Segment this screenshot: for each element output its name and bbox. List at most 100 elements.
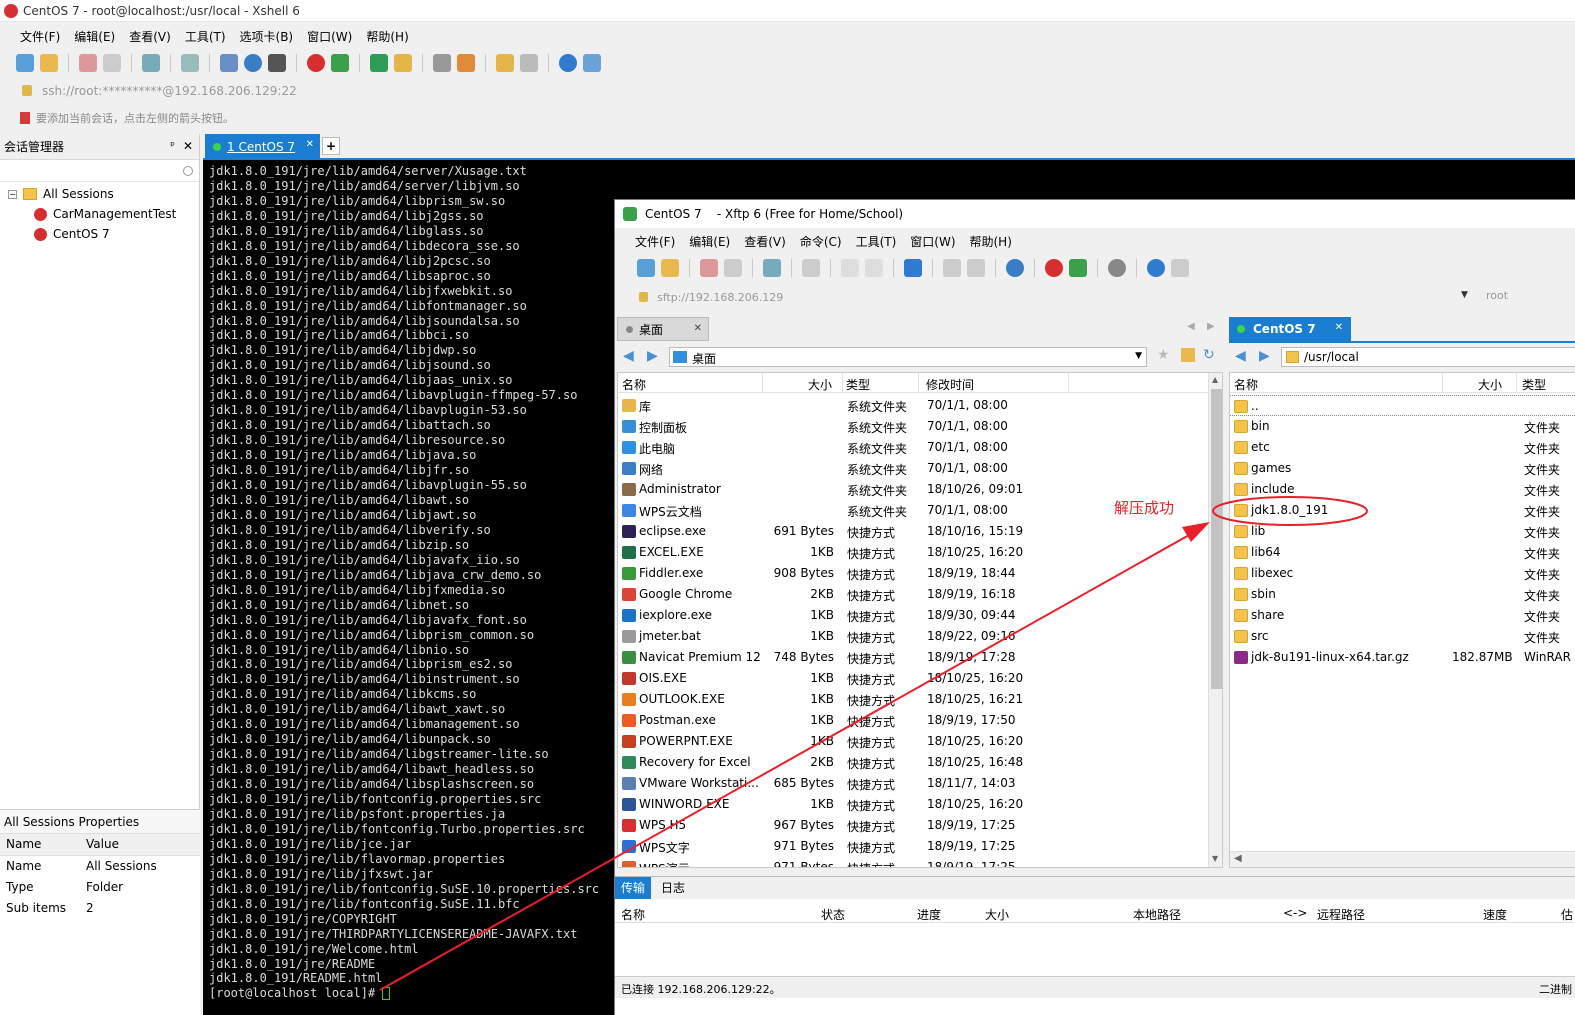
home-icon[interactable] — [1181, 348, 1195, 362]
menu-item[interactable]: 文件(F) — [635, 233, 675, 250]
local-file-row[interactable]: Google Chrome 2KB 快捷方式 18/9/19, 16:18 — [618, 584, 1208, 605]
highlight-icon[interactable] — [457, 54, 475, 72]
tab-transfer[interactable]: 传输 — [615, 877, 651, 899]
transfer-column-header[interactable]: 大小 — [985, 906, 1009, 923]
session-tree-item[interactable]: CarManagementTest — [0, 204, 199, 224]
refresh-icon[interactable]: ↻ — [1203, 347, 1215, 363]
remote-file-row[interactable]: bin 文件夹 — [1230, 416, 1575, 437]
chevron-down-icon[interactable]: ▼ — [1135, 351, 1142, 361]
transfer-column-header[interactable]: 远程路径 — [1317, 906, 1365, 923]
remote-file-row[interactable]: include 文件夹 — [1230, 479, 1575, 500]
column-header[interactable]: 大小 — [808, 376, 832, 393]
xftp-address-bar[interactable]: sftp://192.168.206.129 ▼ — [635, 286, 1475, 308]
transfer-column-header[interactable]: 进度 — [917, 906, 941, 923]
menu-item[interactable]: 编辑(E) — [74, 26, 115, 47]
bookmark-icon[interactable] — [20, 112, 30, 124]
layout-icon[interactable] — [943, 259, 961, 277]
local-file-row[interactable]: WINWORD.EXE 1KB 快捷方式 18/10/25, 16:20 — [618, 794, 1208, 815]
local-file-row[interactable]: VMware Workstati... 685 Bytes 快捷方式 18/11/7,… — [618, 773, 1208, 794]
forward-icon[interactable]: ▶ — [647, 348, 658, 364]
remote-path-bar[interactable]: ◀ ▶ /usr/local — [1229, 346, 1575, 368]
find-icon[interactable] — [181, 54, 199, 72]
menu-item[interactable]: 文件(F) — [20, 26, 60, 47]
xshell-titlebar[interactable]: CentOS 7 - root@localhost:/usr/local - X… — [0, 0, 1575, 22]
session-tree-item[interactable]: − All Sessions — [0, 184, 199, 204]
local-file-row[interactable]: Administrator 系统文件夹 18/10/26, 09:01 — [618, 479, 1208, 500]
remote-file-row[interactable]: games 文件夹 — [1230, 458, 1575, 479]
remote-file-row[interactable]: share 文件夹 — [1230, 605, 1575, 626]
properties-icon[interactable] — [763, 259, 781, 277]
remote-file-row[interactable]: jdk1.8.0_191 文件夹 — [1230, 500, 1575, 521]
transfer-column-header[interactable]: 名称 — [621, 906, 645, 923]
add-tab-icon[interactable] — [496, 54, 514, 72]
globe-icon[interactable] — [1006, 259, 1024, 277]
chat-icon[interactable] — [1171, 259, 1189, 277]
menu-item[interactable]: 编辑(E) — [689, 233, 730, 250]
pin-icon[interactable]: ᵖ — [170, 139, 175, 152]
menu-item[interactable]: 帮助(H) — [366, 26, 408, 47]
scroll-thumb[interactable] — [1211, 389, 1222, 689]
disconnect-icon[interactable] — [103, 54, 121, 72]
local-path-bar[interactable]: ◀ ▶ 桌面 ▼ ★ ↻ — [617, 346, 1221, 368]
tile-icon[interactable] — [520, 54, 538, 72]
local-path-input[interactable]: 桌面 ▼ — [669, 347, 1147, 367]
chevron-left-icon[interactable]: ◀ — [1187, 321, 1195, 332]
chat-icon[interactable] — [583, 54, 601, 72]
menu-item[interactable]: 工具(T) — [856, 233, 897, 250]
xshell-address-bar[interactable]: ssh://root:**********@192.168.206.129:22 — [0, 79, 1575, 103]
expand-toggle-icon[interactable]: − — [8, 189, 17, 199]
new-session-icon[interactable] — [637, 259, 655, 277]
remote-path-input[interactable]: /usr/local — [1281, 347, 1575, 367]
local-file-row[interactable]: POWERPNT.EXE 1KB 快捷方式 18/10/25, 16:20 — [618, 731, 1208, 752]
column-header[interactable]: 名称 — [622, 376, 646, 393]
lock-icon[interactable] — [394, 54, 412, 72]
local-file-row[interactable]: 库 系统文件夹 70/1/1, 08:00 — [618, 395, 1208, 416]
fullscreen-icon[interactable] — [370, 54, 388, 72]
font-icon[interactable] — [268, 54, 286, 72]
transfer-column-header[interactable]: 速度 — [1483, 906, 1507, 923]
chevron-right-icon[interactable]: ▶ — [1207, 321, 1215, 332]
tab-log[interactable]: 日志 — [655, 877, 691, 899]
menu-item[interactable]: 窗口(W) — [307, 26, 352, 47]
paste-icon[interactable] — [865, 259, 883, 277]
screen-icon[interactable] — [802, 259, 820, 277]
local-file-row[interactable]: WPS云文档 系统文件夹 70/1/1, 08:00 — [618, 500, 1208, 521]
local-file-row[interactable]: Recovery for Excel 2KB 快捷方式 18/10/25, 16:48 — [618, 752, 1208, 773]
session-tree-item[interactable]: CentOS 7 — [0, 224, 199, 244]
local-file-row[interactable]: EXCEL.EXE 1KB 快捷方式 18/10/25, 16:20 — [618, 542, 1208, 563]
column-header[interactable]: 类型 — [1522, 376, 1546, 393]
column-header[interactable]: 类型 — [846, 376, 870, 393]
local-file-row[interactable]: OIS.EXE 1KB 快捷方式 18/10/25, 16:20 — [618, 668, 1208, 689]
remote-file-row[interactable]: jdk-8u191-linux-x64.tar.gz 182.87MB WinRAR — [1230, 647, 1575, 668]
remote-file-row[interactable]: lib64 文件夹 — [1230, 542, 1575, 563]
scroll-down-icon[interactable]: ▼ — [1212, 854, 1218, 863]
local-file-row[interactable]: 控制面板 系统文件夹 70/1/1, 08:00 — [618, 416, 1208, 437]
help-icon[interactable] — [559, 54, 577, 72]
help-icon[interactable] — [1147, 259, 1165, 277]
menu-item[interactable]: 命令(C) — [800, 233, 842, 250]
back-icon[interactable]: ◀ — [623, 348, 634, 364]
menu-item[interactable]: 选项卡(B) — [240, 26, 294, 47]
remote-file-row[interactable]: libexec 文件夹 — [1230, 563, 1575, 584]
open-folder-icon[interactable] — [40, 54, 58, 72]
local-file-row[interactable]: Postman.exe 1KB 快捷方式 18/9/19, 17:50 — [618, 710, 1208, 731]
local-file-row[interactable]: WPS演示 971 Bytes 快捷方式 18/9/19, 17:25 — [618, 857, 1208, 867]
local-file-row[interactable]: iexplore.exe 1KB 快捷方式 18/9/30, 09:44 — [618, 605, 1208, 626]
remote-file-row[interactable]: lib 文件夹 — [1230, 521, 1575, 542]
reconnect-icon[interactable] — [700, 259, 718, 277]
tab-remote-centos[interactable]: CentOS 7 ✕ — [1229, 317, 1351, 341]
column-header[interactable]: 名称 — [1234, 376, 1258, 393]
local-file-row[interactable]: jmeter.bat 1KB 快捷方式 18/9/22, 09:16 — [618, 626, 1208, 647]
menu-item[interactable]: 帮助(H) — [970, 233, 1012, 250]
tab-close-icon[interactable]: ✕ — [306, 139, 314, 150]
chevron-down-icon[interactable]: ▼ — [1461, 290, 1468, 300]
menu-item[interactable]: 窗口(W) — [910, 233, 955, 250]
layout-icon[interactable] — [220, 54, 238, 72]
transfer-column-header[interactable]: 本地路径 — [1133, 906, 1181, 923]
column-header[interactable]: 大小 — [1478, 376, 1502, 393]
globe-icon[interactable] — [244, 54, 262, 72]
tab-close-icon[interactable]: ✕ — [694, 323, 702, 334]
xshell-logo-icon[interactable] — [1045, 259, 1063, 277]
menu-item[interactable]: 查看(V) — [744, 233, 786, 250]
local-file-row[interactable]: WPS H5 967 Bytes 快捷方式 18/9/19, 17:25 — [618, 815, 1208, 836]
